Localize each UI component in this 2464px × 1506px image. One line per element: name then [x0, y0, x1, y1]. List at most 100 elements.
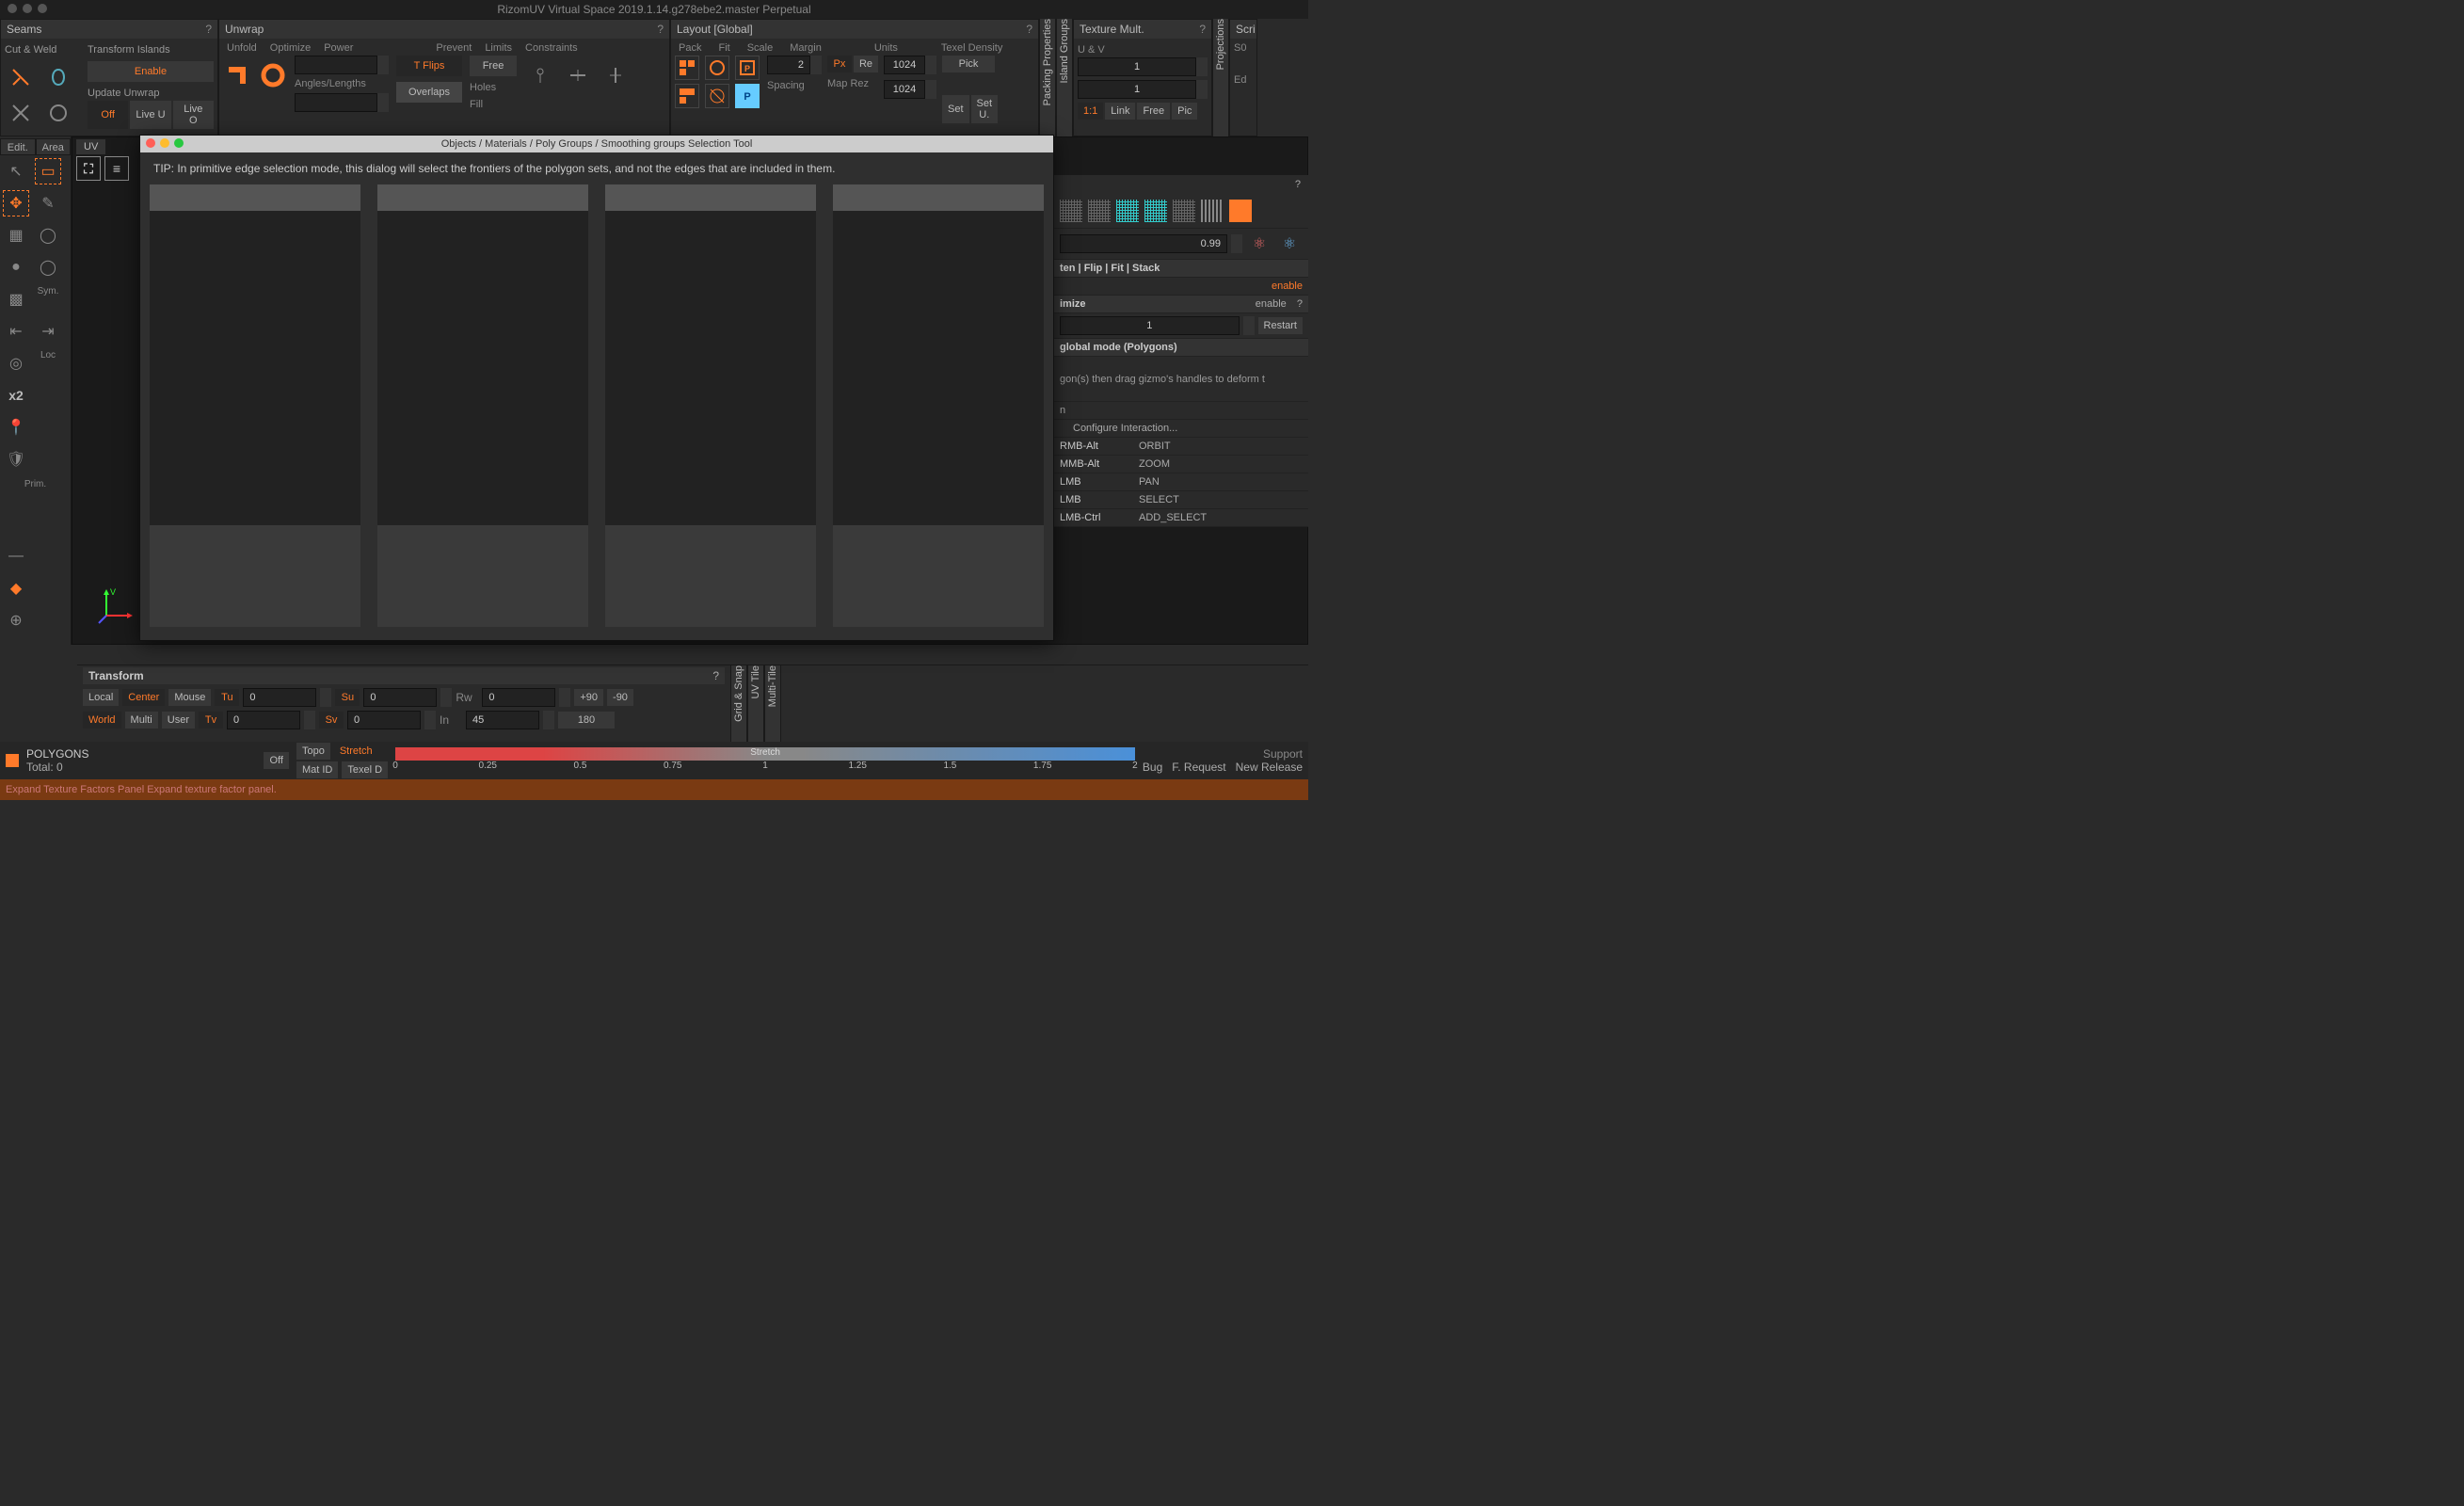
stretch-button[interactable]: Stretch [334, 743, 378, 760]
grid-preset-1[interactable] [1060, 200, 1082, 222]
sphere-icon[interactable]: ● [3, 254, 29, 280]
topo-button[interactable]: Topo [296, 743, 330, 760]
dialog-col-materials[interactable] [377, 184, 588, 627]
scale-icon-2[interactable]: P [735, 84, 760, 108]
tex-spinner2[interactable] [1196, 80, 1208, 99]
loc-label[interactable]: Loc [35, 350, 61, 376]
res-input[interactable]: 1024 [884, 56, 925, 74]
area-tab[interactable]: Area [36, 138, 72, 155]
mac-traffic-lights[interactable] [8, 4, 47, 13]
setu-button[interactable]: Set U. [971, 95, 999, 123]
grid-preset-2[interactable] [1088, 200, 1111, 222]
help-icon[interactable]: ? [712, 667, 719, 684]
overlaps-button[interactable]: Overlaps [396, 82, 462, 103]
shield-icon[interactable]: 🛡 [3, 446, 29, 473]
constraint-pin-icon[interactable] [527, 62, 553, 88]
tu-button[interactable]: Tu [215, 689, 239, 706]
pick-button[interactable]: Pick [942, 56, 995, 72]
one-input[interactable]: 1 [1060, 316, 1240, 335]
arrow-icon[interactable]: ↖ [3, 158, 29, 184]
island-mode-icon[interactable]: ⊕ [3, 607, 29, 633]
free-button[interactable]: Free [470, 56, 517, 76]
lasso-icon[interactable]: ✎ [35, 190, 61, 216]
pack-icon-2[interactable] [675, 84, 699, 108]
uv-tile-tab[interactable]: UV Tile [747, 665, 764, 742]
pack-icon-1[interactable] [675, 56, 699, 80]
help-icon[interactable]: ? [657, 20, 664, 39]
px-button[interactable]: Px [827, 56, 852, 72]
restart-button[interactable]: Restart [1258, 317, 1303, 334]
pic-button[interactable]: Pic [1172, 103, 1197, 120]
oneone-button[interactable]: 1:1 [1078, 103, 1103, 120]
texmult-2[interactable]: 1 [1078, 80, 1196, 99]
in-input[interactable]: 45 [466, 711, 539, 729]
power-spinner[interactable] [377, 56, 389, 74]
p90-button[interactable]: +90 [574, 689, 603, 706]
sv-button[interactable]: Sv [319, 712, 344, 729]
su-spin[interactable] [440, 688, 452, 707]
newrelease-link[interactable]: New Release [1236, 761, 1303, 774]
configure-interaction[interactable]: Configure Interaction... [1054, 420, 1308, 438]
edit-tab[interactable]: Edit. [0, 138, 36, 155]
grid-preset-5[interactable] [1173, 200, 1195, 222]
optimize-icon[interactable] [259, 61, 287, 89]
margin-spinner[interactable] [810, 56, 822, 74]
unfold-icon[interactable] [223, 61, 251, 89]
scale-icon-1[interactable]: P [735, 56, 760, 80]
user-button[interactable]: User [162, 712, 195, 729]
help-icon[interactable]: ? [205, 20, 212, 39]
tex-spinner1[interactable] [1196, 57, 1208, 76]
help-icon[interactable]: ? [1295, 179, 1301, 190]
su-input[interactable]: 0 [363, 688, 437, 707]
tu-spin[interactable] [320, 688, 331, 707]
local-button[interactable]: Local [83, 689, 119, 706]
fit-icon-1[interactable] [705, 56, 729, 80]
grid-preset-7[interactable] [1229, 200, 1252, 222]
sv-input[interactable]: 0 [347, 711, 421, 729]
packing-properties-tab[interactable]: Packing Properties [1039, 19, 1056, 136]
m90-button[interactable]: -90 [607, 689, 633, 706]
cut-icon[interactable] [8, 64, 34, 90]
multi-button[interactable]: Multi [125, 712, 158, 729]
edge-mode-icon[interactable]: — [3, 543, 29, 569]
marquee-icon[interactable]: ▭ [35, 158, 61, 184]
tv-input[interactable]: 0 [227, 711, 300, 729]
help-icon[interactable]: ? [1026, 20, 1032, 39]
dialog-traffic-lights[interactable] [146, 138, 184, 148]
center-button[interactable]: Center [122, 689, 165, 706]
enable-link[interactable]: enable [1272, 280, 1303, 292]
weld-icon[interactable] [45, 64, 72, 90]
matid-button[interactable]: Mat ID [296, 761, 338, 778]
remove-seams-icon[interactable] [45, 100, 72, 126]
section-flf[interactable]: ten | Flip | Fit | Stack [1054, 260, 1308, 278]
frame-all-icon[interactable]: ⛶ [76, 156, 101, 181]
tree-icon-1[interactable]: ⚛ [1249, 234, 1270, 253]
margin-input[interactable]: 2 [767, 56, 810, 74]
re-button[interactable]: Re [854, 56, 878, 72]
rw-spin[interactable] [559, 688, 570, 707]
tv-button[interactable]: Tv [199, 712, 223, 729]
help-icon[interactable]: ? [1199, 20, 1206, 39]
flip-icon[interactable]: ⇥ [35, 318, 61, 344]
world-button[interactable]: World [83, 712, 121, 729]
auto-seams-icon[interactable] [8, 100, 34, 126]
rw-input[interactable]: 0 [482, 688, 555, 707]
live-o-button[interactable]: Live O [173, 101, 214, 129]
help-icon[interactable]: ? [1297, 298, 1303, 310]
one-spinner[interactable] [1243, 316, 1255, 335]
pin-icon[interactable]: 📍 [3, 414, 29, 441]
tu-input[interactable]: 0 [243, 688, 316, 707]
dialog-col-smoothing[interactable] [833, 184, 1044, 627]
grid-icon[interactable]: ▦ [3, 222, 29, 248]
su-button[interactable]: Su [335, 689, 360, 706]
res2-spinner[interactable] [925, 80, 936, 99]
dialog-col-polygroups[interactable] [605, 184, 816, 627]
res-spinner[interactable] [925, 56, 936, 74]
dialog-titlebar[interactable]: Objects / Materials / Poly Groups / Smoo… [140, 136, 1053, 152]
x2-button[interactable]: x2 [3, 382, 29, 409]
in-spin[interactable] [543, 711, 554, 729]
mouse-button[interactable]: Mouse [168, 689, 211, 706]
tv-spin[interactable] [304, 711, 315, 729]
projections-tab[interactable]: Projections [1212, 19, 1229, 136]
link-button[interactable]: Link [1105, 103, 1135, 120]
